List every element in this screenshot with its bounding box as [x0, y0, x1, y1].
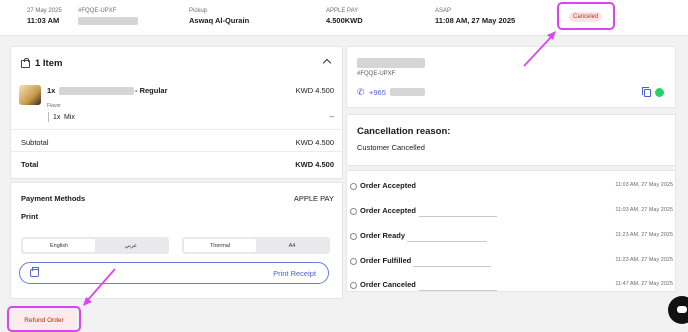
- timeline-time: 11:23 AM, 27 May 2025: [615, 232, 673, 238]
- header-asap-label: ASAP: [435, 8, 452, 14]
- item-name-suffix: - Regular: [135, 86, 168, 95]
- item-qty: 1x: [47, 86, 56, 95]
- option-group-label: Flavor: [47, 103, 61, 109]
- paper-option-thermal[interactable]: Thermal: [184, 239, 256, 252]
- status-highlight-box: [557, 2, 615, 30]
- timeline-row: Order Canceled 11:47 AM, 27 May 2025: [347, 276, 677, 296]
- subtotal-divider: [11, 151, 344, 152]
- chevron-up-icon[interactable]: [322, 58, 332, 68]
- timeline-row: Order Accepted 11:03 AM, 27 May 2025: [347, 202, 677, 222]
- print-receipt-button[interactable]: Print Receipt: [19, 262, 329, 284]
- check-circle-icon: [350, 208, 357, 215]
- cancellation-title: Cancellation reason:: [357, 126, 451, 137]
- timeline-row: Order Ready 11:23 AM, 27 May 2025: [347, 227, 677, 247]
- paper-option-a4[interactable]: A4: [256, 239, 328, 252]
- timeline-time: 11:03 AM, 27 May 2025: [615, 182, 673, 188]
- subtotal-label: Subtotal: [21, 138, 49, 147]
- customer-card: #FQQE-UPXF ✆ +965: [346, 46, 676, 108]
- payment-methods-value: APPLE PAY: [293, 194, 334, 203]
- items-title: 1 Item: [35, 58, 63, 69]
- header-pickup-label: Pickup: [189, 8, 208, 14]
- phone-icon: ✆: [357, 87, 365, 97]
- header-time: 11:03 AM: [27, 16, 60, 25]
- header-payment-label: APPLE PAY: [326, 8, 359, 14]
- total-label: Total: [21, 160, 39, 169]
- timeline-label: Order Fulfilled: [360, 256, 412, 265]
- header-date-group: 27 May 2025 11:03 AM: [27, 7, 62, 26]
- timeline-time: 11:47 AM, 27 May 2025: [615, 281, 673, 287]
- header-date: 27 May 2025: [27, 8, 62, 14]
- header-amount: 4.500KWD: [326, 16, 363, 25]
- total-value: KWD 4.500: [295, 160, 334, 169]
- timeline-label: Order Accepted: [360, 181, 416, 190]
- paper-size-toggle: Thermal A4: [182, 237, 330, 254]
- payment-methods-label: Payment Methods: [21, 194, 86, 203]
- timeline-label: Order Canceled: [360, 280, 416, 289]
- timeline-row: Order Accepted 11:03 AM, 27 May 2025: [347, 177, 677, 197]
- phone-number-redacted: [390, 88, 425, 96]
- print-receipt-label: Print Receipt: [273, 269, 316, 278]
- check-circle-icon: [350, 233, 357, 240]
- items-header[interactable]: 1 Item: [21, 57, 63, 69]
- timeline-time: 11:03 AM, 27 May 2025: [615, 207, 673, 213]
- chat-icon[interactable]: [668, 296, 688, 324]
- cancellation-card: Cancellation reason: Customer Cancelled: [346, 114, 676, 166]
- timeline-row: Order Fulfilled 11:23 AM, 27 May 2025: [347, 252, 677, 272]
- header-order-id: #FQQE-UPXF: [78, 8, 117, 14]
- option-name: Mix: [64, 114, 75, 121]
- header-asap-time: 11:08 AM, 27 May 2025: [435, 16, 516, 25]
- option-price: --: [329, 114, 334, 121]
- header-payment-group: APPLE PAY 4.500KWD: [326, 7, 363, 26]
- header-pickup-group: Pickup Aswaq Al-Qurain: [189, 7, 249, 26]
- customer-name-redacted: [357, 58, 425, 68]
- timeline-label: Order Accepted: [360, 206, 416, 215]
- customer-phone[interactable]: +965: [369, 88, 386, 97]
- customer-order-id: #FQQE-UPXF: [357, 71, 396, 77]
- items-card: 1 Item 1x - Regular KWD 4.500 Flavor 1x …: [10, 46, 344, 179]
- language-toggle: English عربي: [21, 237, 169, 254]
- item-price: KWD 4.500: [295, 86, 334, 95]
- item-thumbnail: [19, 85, 41, 105]
- header-asap-group: ASAP 11:08 AM, 27 May 2025: [435, 7, 515, 26]
- timeline-actor-redacted: [419, 216, 497, 217]
- check-circle-icon: [350, 183, 357, 190]
- subtotal-value: KWD 4.500: [295, 138, 334, 147]
- option-indent-bar: [48, 112, 49, 122]
- copy-icon[interactable]: [642, 87, 651, 97]
- timeline-card: Order Accepted 11:03 AM, 27 May 2025 Ord…: [346, 170, 676, 292]
- header-branch: Aswaq Al-Qurain: [189, 16, 250, 25]
- option-qty: 1x: [53, 114, 61, 121]
- language-option-arabic[interactable]: عربي: [95, 239, 167, 252]
- check-circle-icon: [350, 258, 357, 265]
- timeline-label: Order Ready: [360, 231, 406, 240]
- whatsapp-icon[interactable]: [655, 88, 664, 97]
- refund-highlight-box: [7, 306, 81, 332]
- bag-icon: [21, 57, 30, 68]
- printer-icon: [30, 267, 39, 277]
- language-option-english[interactable]: English: [23, 239, 95, 252]
- print-label: Print: [21, 212, 39, 221]
- timeline-actor-redacted: [419, 290, 497, 291]
- timeline-time: 11:23 AM, 27 May 2025: [615, 257, 673, 263]
- customer-name-redacted: [78, 17, 138, 25]
- timeline-actor-redacted: [407, 241, 487, 242]
- item-name-redacted: [59, 87, 134, 95]
- items-divider: [11, 129, 344, 130]
- check-circle-icon: [350, 282, 357, 289]
- cancellation-reason: Customer Cancelled: [357, 143, 425, 152]
- timeline-actor-redacted: [413, 266, 491, 267]
- header-order-group: #FQQE-UPXF: [78, 7, 138, 25]
